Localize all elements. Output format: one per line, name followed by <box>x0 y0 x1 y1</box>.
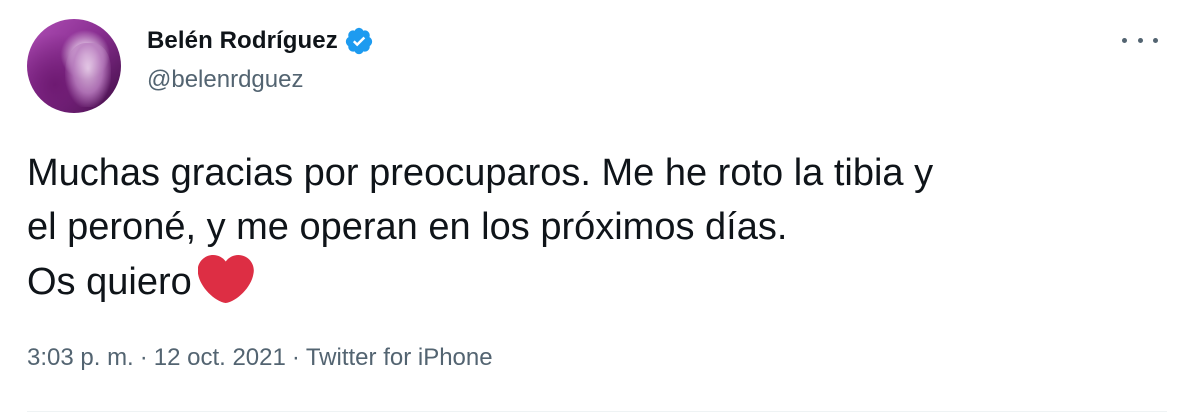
red-heart-icon <box>197 254 254 304</box>
tweet-date[interactable]: 12 oct. 2021 <box>154 344 286 371</box>
tweet-line: Muchas gracias por preocuparos. Me he ro… <box>27 152 934 194</box>
tweet-time[interactable]: 3:03 p. m. <box>27 344 134 371</box>
more-options-icon[interactable] <box>1122 30 1158 50</box>
avatar[interactable] <box>27 19 121 113</box>
display-name[interactable]: Belén Rodríguez <box>147 27 338 55</box>
meta-separator: · <box>291 344 300 371</box>
tweet-metadata: 3:03 p. m. · 12 oct. 2021 · Twitter for iPho… <box>27 344 493 372</box>
divider <box>27 411 1167 412</box>
tweet-source[interactable]: Twitter for iPhone <box>306 344 493 371</box>
meta-separator: · <box>139 344 148 371</box>
tweet-line: el peroné, y me operan en los próximos d… <box>27 206 788 248</box>
author-name-row: Belén Rodríguez <box>147 26 374 56</box>
verified-badge-icon <box>345 27 372 55</box>
tweet-text: Muchas gracias por preocuparos. Me he ro… <box>27 146 1167 309</box>
tweet-line: Os quiero <box>27 261 192 303</box>
user-handle[interactable]: @belenrdguez <box>147 66 303 94</box>
tweet-line-last: Os quiero <box>27 254 1167 309</box>
tweet-card: Belén Rodríguez @belenrdguez Muchas grac… <box>0 0 1190 413</box>
